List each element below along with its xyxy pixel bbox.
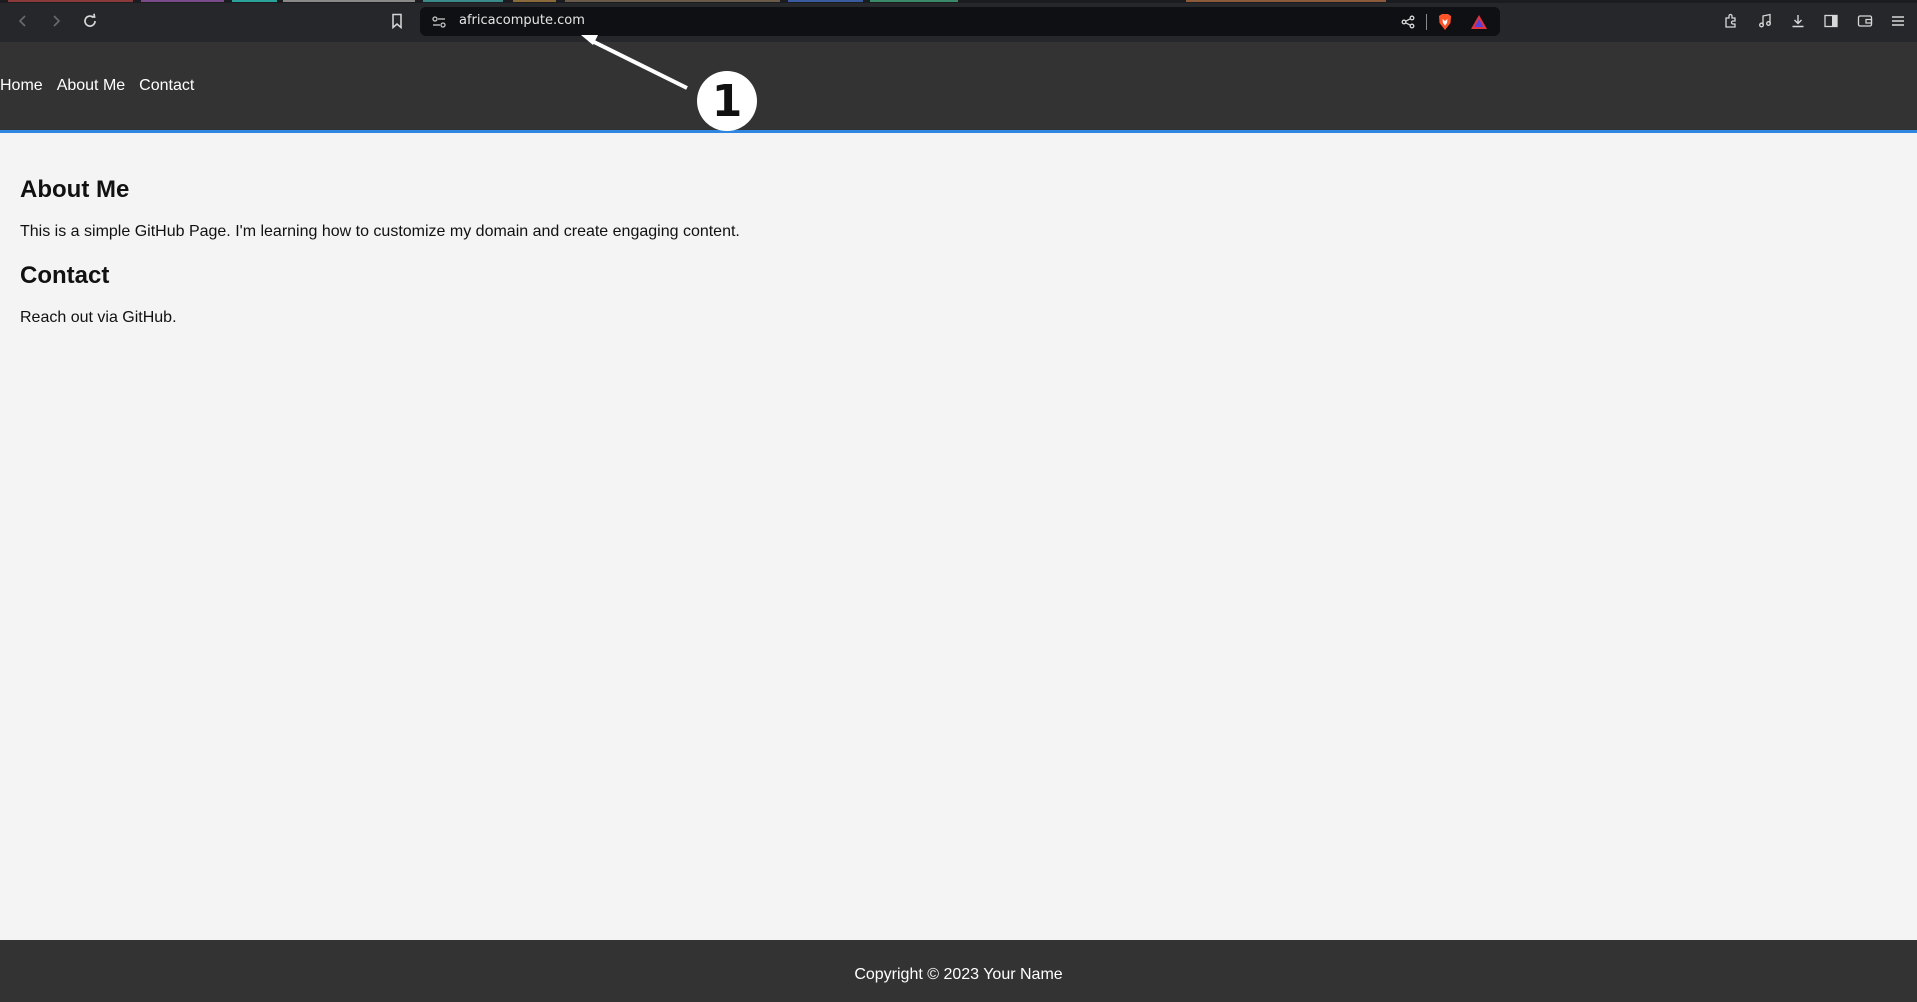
nav-link-contact[interactable]: Contact bbox=[139, 77, 194, 95]
share-icon[interactable] bbox=[1399, 13, 1417, 31]
forward-arrow-icon[interactable] bbox=[43, 8, 69, 34]
back-arrow-icon[interactable] bbox=[10, 8, 36, 34]
wallet-icon[interactable] bbox=[1853, 9, 1877, 33]
site-footer: Copyright © 2023 Your Name bbox=[0, 940, 1917, 1002]
brave-shields-icon[interactable] bbox=[1436, 13, 1454, 31]
site-nav: Home About Me Contact bbox=[0, 77, 208, 95]
section-heading-contact: Contact bbox=[20, 262, 110, 289]
nav-link-home[interactable]: Home bbox=[0, 77, 43, 95]
annotation-overlay: 1 bbox=[0, 0, 1917, 1002]
brave-rewards-icon[interactable] bbox=[1470, 13, 1488, 31]
menu-icon[interactable] bbox=[1886, 9, 1910, 33]
tab-strip-edge bbox=[0, 0, 1917, 3]
downloads-icon[interactable] bbox=[1786, 9, 1810, 33]
section-text-about: This is a simple GitHub Page. I'm learni… bbox=[20, 223, 740, 240]
url-separator bbox=[1426, 14, 1427, 30]
section-heading-about: About Me bbox=[20, 176, 130, 203]
site-settings-icon[interactable] bbox=[430, 13, 448, 31]
site-header: Home About Me Contact bbox=[0, 42, 1917, 133]
extensions-icon[interactable] bbox=[1719, 9, 1743, 33]
sidebar-icon[interactable] bbox=[1819, 9, 1843, 33]
media-icon[interactable] bbox=[1753, 9, 1777, 33]
bookmark-icon[interactable] bbox=[384, 8, 410, 34]
section-text-contact: Reach out via GitHub. bbox=[20, 309, 177, 326]
reload-icon[interactable] bbox=[77, 8, 103, 34]
browser-toolbar: africacompute.com bbox=[0, 0, 1917, 42]
annotation-arrow bbox=[581, 35, 688, 90]
footer-copyright: Copyright © 2023 Your Name bbox=[854, 966, 1063, 983]
url-text[interactable]: africacompute.com bbox=[459, 13, 585, 28]
address-bar[interactable]: africacompute.com bbox=[420, 7, 1500, 36]
nav-link-about-me[interactable]: About Me bbox=[57, 77, 125, 95]
